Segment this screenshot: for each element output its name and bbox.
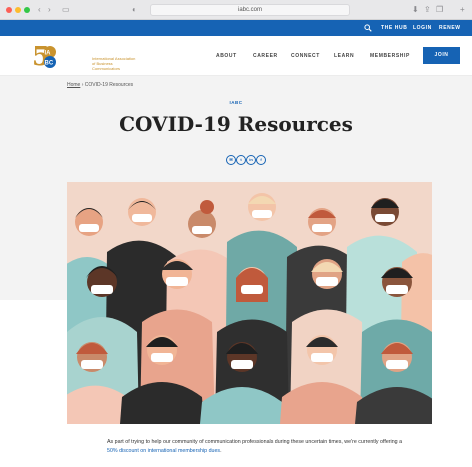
tabs-icon[interactable]: ❐ <box>436 4 443 16</box>
breadcrumb-home[interactable]: Home <box>67 82 80 88</box>
facebook-share-icon[interactable]: f <box>256 155 266 165</box>
logo-mark-icon: 5 IA BC <box>32 42 56 72</box>
site-header: 5 IA BC International Association of Bus… <box>0 36 472 76</box>
sidebar-icon[interactable]: ▭ <box>62 4 70 16</box>
nav-about[interactable]: ABOUT <box>216 36 237 76</box>
svg-text:BC: BC <box>45 61 54 67</box>
new-tab-icon[interactable]: + <box>460 4 465 16</box>
nav-connect[interactable]: CONNECT <box>291 36 320 76</box>
breadcrumb-current: COVID-19 Resources <box>84 82 134 88</box>
back-icon[interactable]: ‹ <box>38 4 41 16</box>
maximize-window-button[interactable] <box>24 7 30 13</box>
breadcrumb-separator: › <box>81 82 84 88</box>
address-bar[interactable]: iabc.com <box>150 4 350 16</box>
close-window-button[interactable] <box>6 7 12 13</box>
page-title: COVID-19 Resources <box>119 112 353 136</box>
utility-link-renew[interactable]: RENEW <box>439 20 461 36</box>
page-eyebrow: IABC <box>229 100 243 105</box>
minimize-window-button[interactable] <box>15 7 21 13</box>
forward-icon[interactable]: › <box>48 4 51 16</box>
share-icon[interactable]: ⇪ <box>424 4 431 16</box>
nav-learn[interactable]: LEARN <box>334 36 354 76</box>
browser-toolbar: ‹ › ▭ ◐ iabc.com ⬇ ⇪ ❐ + <box>0 0 472 20</box>
nav-career[interactable]: CAREER <box>253 36 278 76</box>
utility-link-login[interactable]: LOGIN <box>413 20 432 36</box>
crowd-masks-image <box>67 182 432 424</box>
privacy-icon[interactable]: ◐ <box>132 4 137 16</box>
linkedin-share-icon[interactable]: in <box>246 155 256 165</box>
site-logo[interactable]: 5 IA BC International Association of Bus… <box>30 42 140 72</box>
download-icon[interactable]: ⬇ <box>412 4 419 16</box>
nav-membership[interactable]: MEMBERSHIP <box>370 36 410 76</box>
email-share-icon[interactable]: ✉ <box>226 155 236 165</box>
intro-text-end: . <box>220 448 222 454</box>
intro-paragraph: As part of trying to help our community … <box>107 438 407 456</box>
utility-link-hub[interactable]: THE HUB <box>381 20 407 36</box>
logo-text: International Association of Business Co… <box>92 56 140 71</box>
breadcrumb: Home › COVID-19 Resources <box>67 82 133 88</box>
search-icon[interactable] <box>364 24 372 32</box>
membership-discount-link[interactable]: 50% discount on international membership… <box>107 448 220 454</box>
hero-illustration <box>67 182 432 424</box>
join-button[interactable]: JOIN <box>423 47 460 64</box>
intro-text: As part of trying to help our community … <box>107 439 403 445</box>
svg-text:IA: IA <box>45 51 52 57</box>
twitter-share-icon[interactable]: t <box>236 155 246 165</box>
utility-bar: THE HUB LOGIN RENEW <box>0 20 472 36</box>
logo-text-line2: of Business Communicators <box>92 61 121 71</box>
